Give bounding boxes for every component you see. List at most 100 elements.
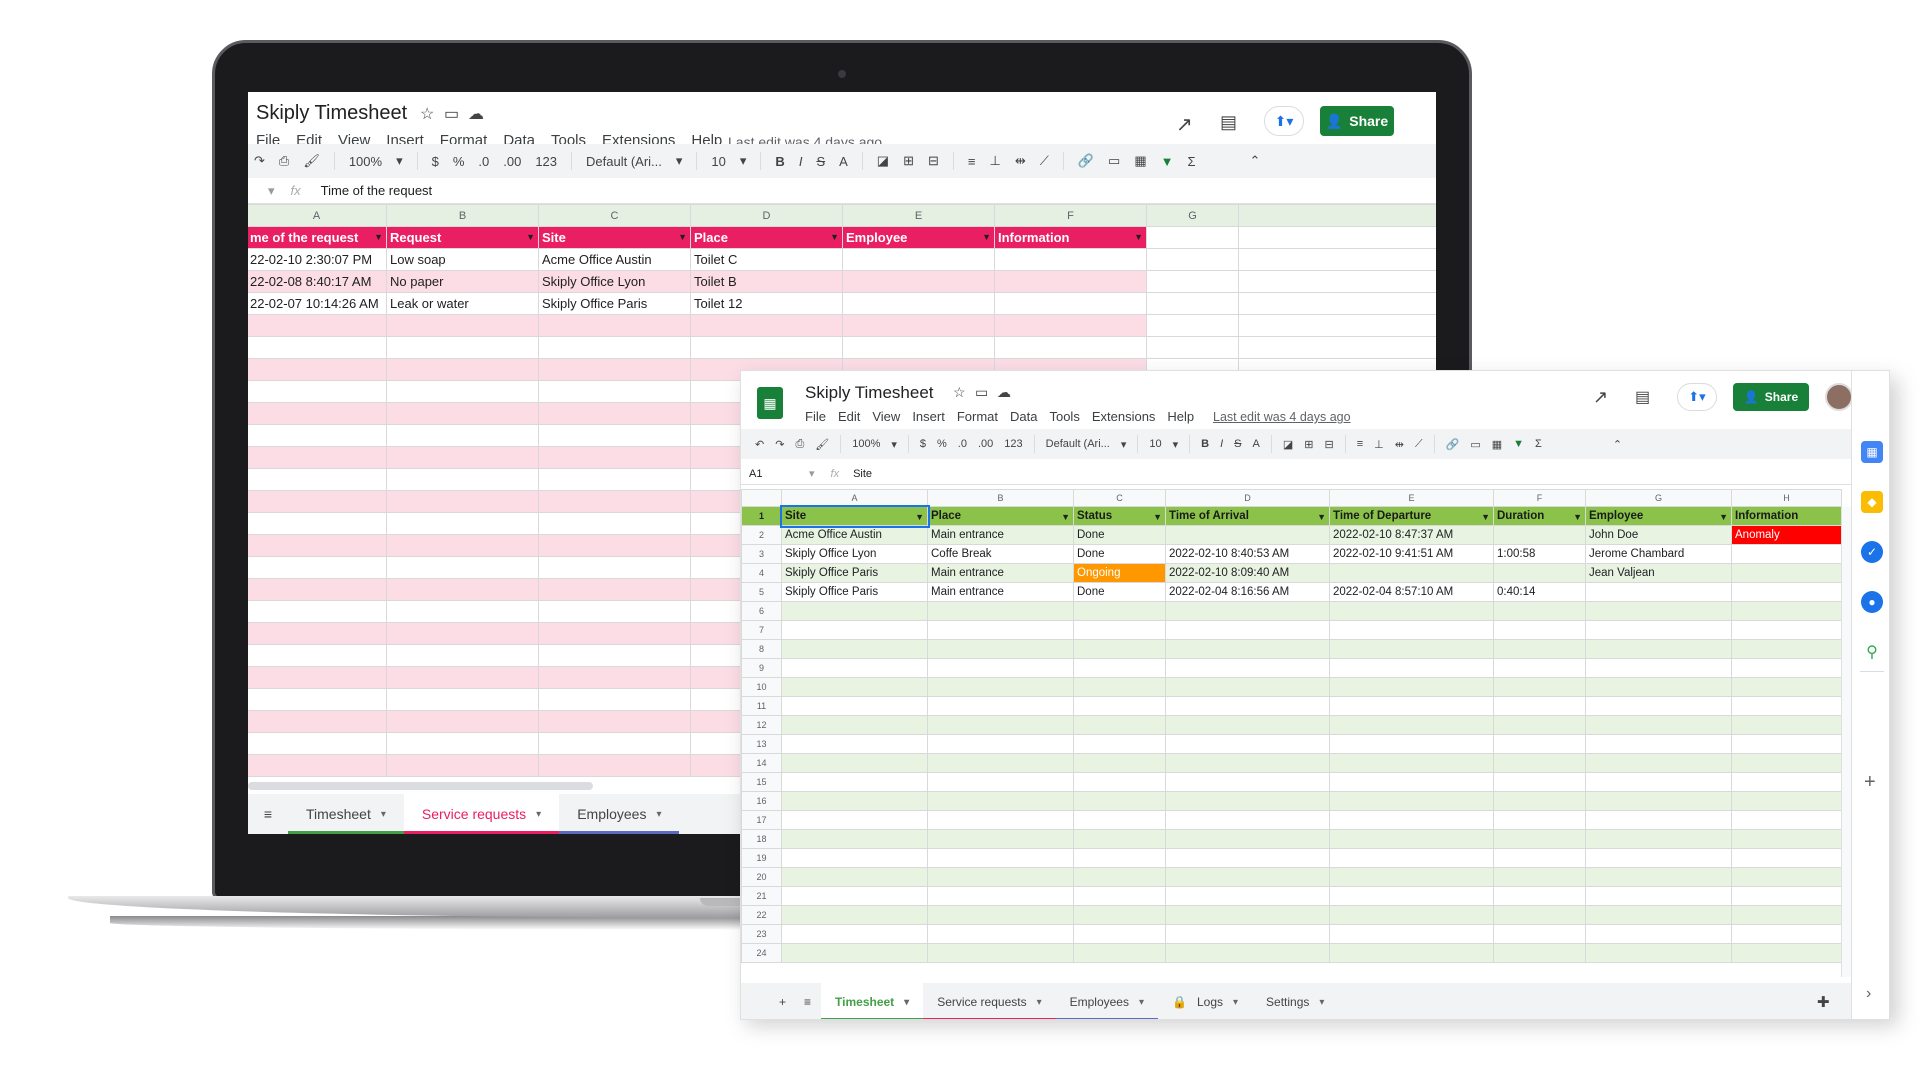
grid-cell[interactable]: [781, 639, 928, 659]
filter-icon[interactable]: ▼: [374, 232, 383, 242]
sheets-logo-icon[interactable]: ▦: [757, 387, 783, 419]
chart-icon[interactable]: ▦: [1134, 153, 1146, 169]
grid-cell[interactable]: [1585, 677, 1732, 697]
zoom-select[interactable]: 100%: [349, 154, 382, 169]
column-header[interactable]: C: [538, 204, 691, 227]
grid-cell[interactable]: [386, 732, 539, 755]
grid-cell[interactable]: Jerome Chambard: [1585, 544, 1732, 564]
filter-icon[interactable]: ▼: [1513, 438, 1524, 450]
status-badge[interactable]: Ongoing: [1073, 563, 1166, 583]
row-header[interactable]: 23: [741, 924, 782, 944]
account-avatar[interactable]: [1825, 383, 1853, 411]
italic-icon[interactable]: I: [799, 154, 803, 169]
grid-cell[interactable]: [1165, 677, 1330, 697]
grid-cell[interactable]: [1238, 226, 1436, 249]
link-icon[interactable]: 🔗: [1446, 438, 1460, 451]
grid-cell[interactable]: [1073, 715, 1166, 735]
grid-cell[interactable]: [1165, 620, 1330, 640]
row-header[interactable]: 19: [741, 848, 782, 868]
column-header[interactable]: B: [927, 489, 1074, 507]
grid-cell[interactable]: [1165, 886, 1330, 906]
bold-icon[interactable]: B: [775, 154, 784, 169]
grid-cell[interactable]: [1329, 848, 1494, 868]
star-icon[interactable]: ☆: [953, 384, 966, 401]
text-rotation-icon[interactable]: ⟋: [1040, 153, 1049, 169]
grid-cell[interactable]: [1073, 848, 1166, 868]
grid-cell[interactable]: [1585, 620, 1732, 640]
grid-cell[interactable]: 22-02-08 8:40:17 AM: [248, 270, 387, 293]
header-cell[interactable]: [1146, 226, 1239, 249]
more-formats-button[interactable]: 123: [535, 154, 557, 169]
grid-cell[interactable]: [538, 490, 691, 513]
grid-cell[interactable]: [1731, 658, 1842, 678]
grid-cell[interactable]: [386, 644, 539, 667]
zoom-select[interactable]: 100%: [852, 438, 880, 450]
grid-cell[interactable]: [248, 622, 387, 645]
header-cell[interactable]: Time of Departure ▼: [1329, 506, 1494, 526]
text-color-icon[interactable]: A: [1253, 438, 1260, 450]
functions-icon[interactable]: Σ: [1187, 154, 1195, 169]
collapse-toolbar-icon[interactable]: ⌃: [1250, 153, 1261, 169]
grid-cell[interactable]: [248, 754, 387, 777]
borders-icon[interactable]: ⊞: [1304, 438, 1313, 451]
row-header[interactable]: 16: [741, 791, 782, 811]
grid-cell[interactable]: [927, 658, 1074, 678]
star-icon[interactable]: ☆: [420, 104, 434, 124]
grid-cell[interactable]: [1585, 601, 1732, 621]
grid-cell[interactable]: [842, 270, 995, 293]
grid-cell[interactable]: [1329, 886, 1494, 906]
grid-cell[interactable]: Main entrance: [927, 582, 1074, 602]
row-header[interactable]: 8: [741, 639, 782, 659]
print-icon[interactable]: ⎙: [279, 153, 289, 169]
grid-cell[interactable]: [1329, 639, 1494, 659]
paint-format-icon[interactable]: 🖌: [815, 438, 829, 451]
grid-cell[interactable]: Acme Office Austin: [781, 525, 928, 545]
grid-cell[interactable]: [386, 578, 539, 601]
grid-cell[interactable]: [248, 666, 387, 689]
menu-item[interactable]: Insert: [912, 409, 945, 424]
grid-cell[interactable]: [1073, 886, 1166, 906]
grid-cell[interactable]: [1165, 696, 1330, 716]
column-header[interactable]: E: [842, 204, 995, 227]
row-header[interactable]: 10: [741, 677, 782, 697]
trending-icon[interactable]: ↗: [1176, 112, 1193, 137]
grid-cell[interactable]: [248, 556, 387, 579]
grid-cell[interactable]: [1585, 810, 1732, 830]
header-cell[interactable]: Request ▼: [386, 226, 539, 249]
grid-cell[interactable]: [781, 753, 928, 773]
column-header[interactable]: F: [994, 204, 1147, 227]
chevron-down-icon[interactable]: ▾: [536, 809, 541, 820]
present-button[interactable]: ⬆▾: [1677, 383, 1717, 411]
grid-cell[interactable]: [781, 867, 928, 887]
header-cell[interactable]: Employee ▼: [842, 226, 995, 249]
grid-cell[interactable]: [1493, 924, 1586, 944]
menu-item[interactable]: Data: [1010, 409, 1037, 424]
filter-icon[interactable]: ▼: [982, 232, 991, 242]
grid-cell[interactable]: [538, 600, 691, 623]
grid-cell[interactable]: [1585, 639, 1732, 659]
document-title[interactable]: Skiply Timesheet: [256, 102, 407, 125]
column-header[interactable]: A: [248, 204, 387, 227]
grid-cell[interactable]: [538, 446, 691, 469]
grid-cell[interactable]: [1585, 696, 1732, 716]
filter-icon[interactable]: ▼: [678, 232, 687, 242]
move-folder-icon[interactable]: ▭: [444, 104, 459, 124]
grid-cell[interactable]: [1073, 658, 1166, 678]
merge-cells-icon[interactable]: ⊟: [1324, 438, 1333, 451]
grid-cell[interactable]: [1585, 924, 1732, 944]
grid-cell[interactable]: [248, 314, 387, 337]
grid-cell[interactable]: 2022-02-04 8:16:56 AM: [1165, 582, 1330, 602]
grid-cell[interactable]: [842, 314, 995, 337]
get-addons-icon[interactable]: +: [1864, 771, 1876, 794]
grid-cell[interactable]: [248, 600, 387, 623]
row-header[interactable]: 7: [741, 620, 782, 640]
grid-cell[interactable]: [1329, 867, 1494, 887]
grid-cell[interactable]: [927, 620, 1074, 640]
chevron-down-icon[interactable]: ▾: [1319, 997, 1324, 1008]
filter-icon[interactable]: ▼: [1061, 512, 1070, 522]
vertical-align-icon[interactable]: ⊥: [1374, 438, 1384, 451]
grid-cell[interactable]: [994, 292, 1147, 315]
cloud-status-icon[interactable]: ☁: [997, 384, 1011, 401]
grid-cell[interactable]: [781, 791, 928, 811]
sheet-tab[interactable]: Employees ▾: [559, 794, 680, 834]
